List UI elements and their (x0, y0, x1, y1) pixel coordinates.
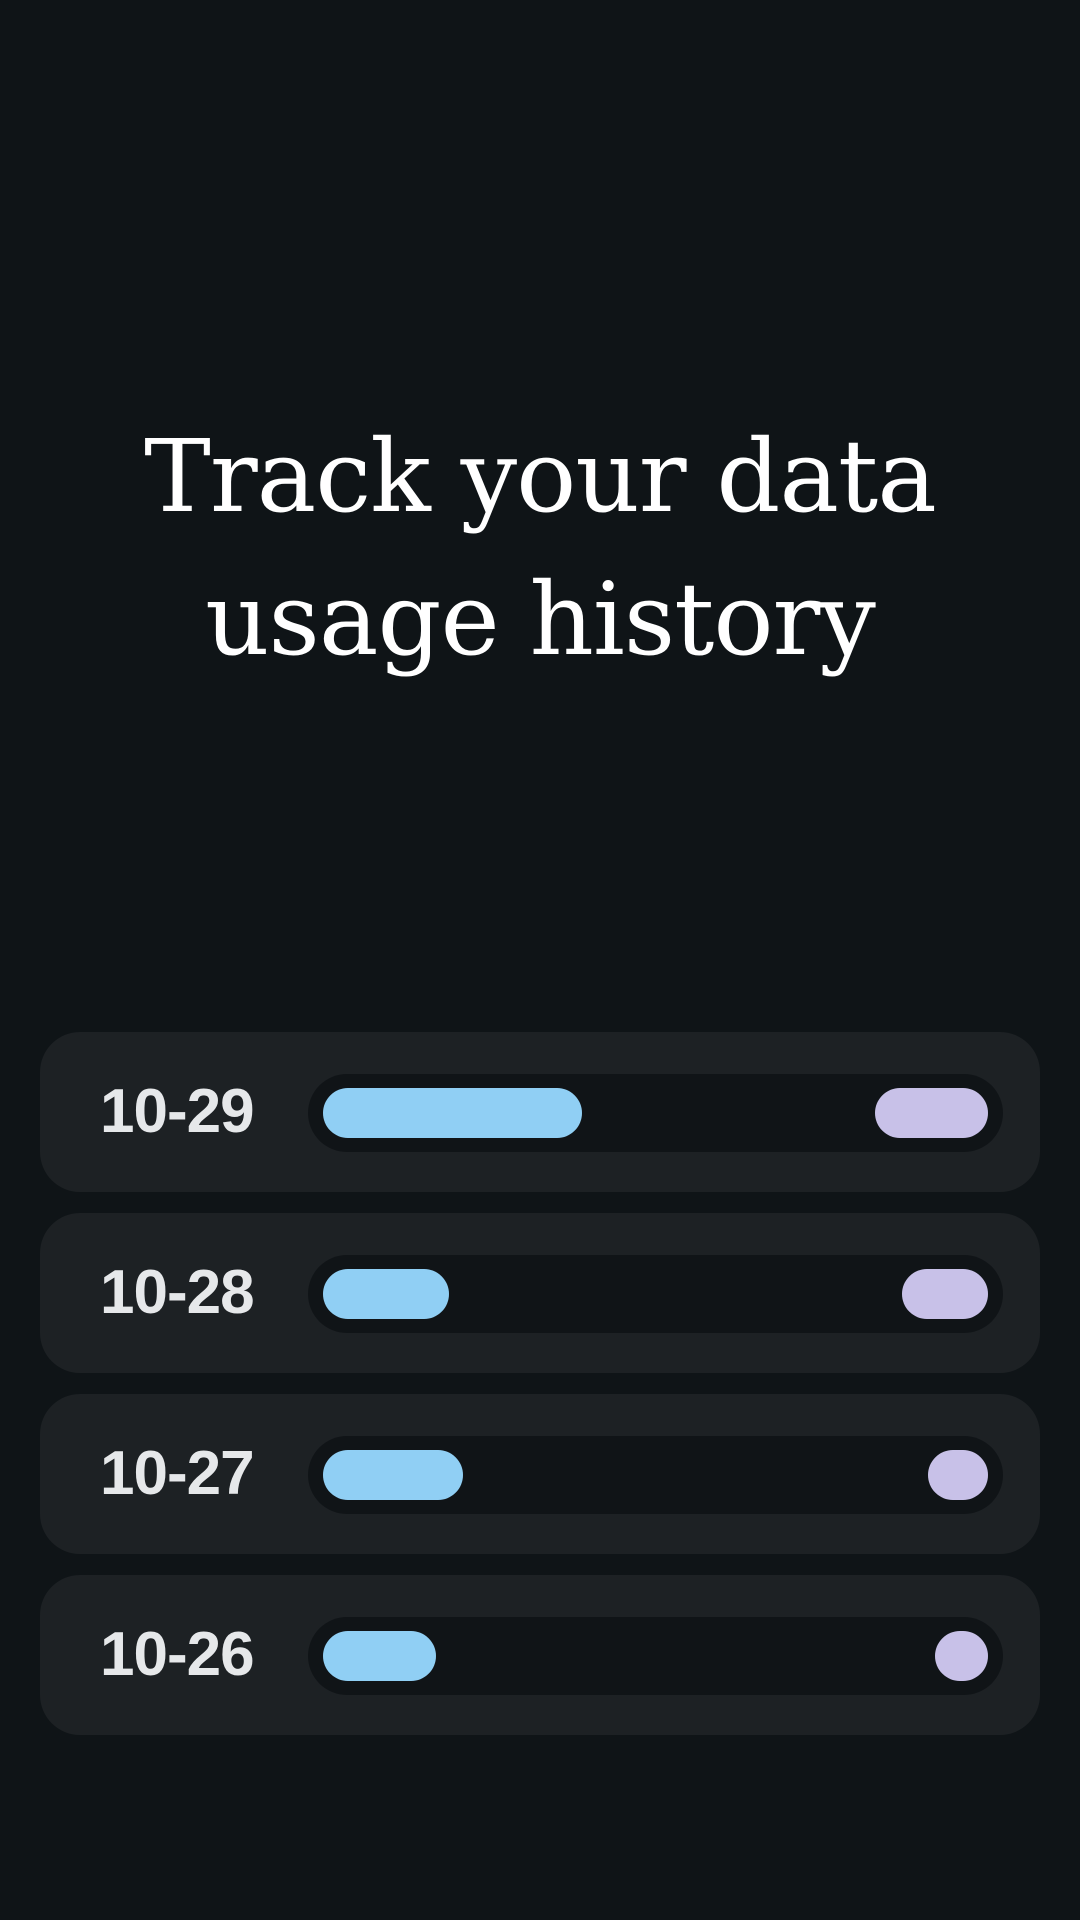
primary-usage-bar (323, 1269, 449, 1319)
primary-usage-bar (323, 1450, 463, 1500)
primary-usage-bar (323, 1631, 436, 1681)
secondary-usage-bar (902, 1269, 988, 1319)
usage-row[interactable]: 10-28 (40, 1213, 1040, 1373)
primary-usage-bar (323, 1088, 582, 1138)
usage-row-date: 10-27 (100, 1439, 255, 1508)
usage-row[interactable]: 10-27 (40, 1394, 1040, 1554)
usage-track (308, 1436, 1003, 1514)
usage-history-list: 10-29 10-28 10-27 10-26 (40, 1032, 1040, 1756)
secondary-usage-bar (928, 1450, 988, 1500)
usage-track (308, 1074, 1003, 1152)
usage-track (308, 1617, 1003, 1695)
headline-line-1: Track your data (144, 418, 937, 535)
headline-line-2: usage history (205, 561, 876, 678)
usage-row-date: 10-29 (100, 1077, 255, 1146)
usage-row[interactable]: 10-26 (40, 1575, 1040, 1735)
headline: Track your data usage history (0, 405, 1080, 691)
usage-row-date: 10-28 (100, 1258, 255, 1327)
usage-row-date: 10-26 (100, 1620, 255, 1689)
secondary-usage-bar (875, 1088, 988, 1138)
usage-row[interactable]: 10-29 (40, 1032, 1040, 1192)
usage-track (308, 1255, 1003, 1333)
secondary-usage-bar (935, 1631, 988, 1681)
